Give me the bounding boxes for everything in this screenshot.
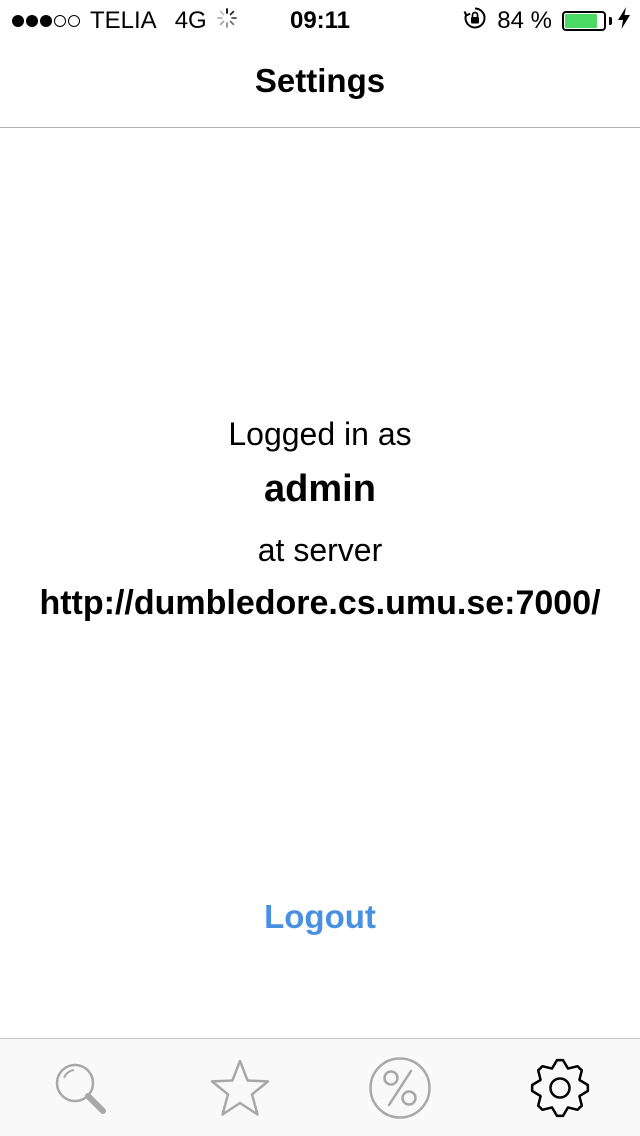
percent-icon — [368, 1056, 432, 1120]
tab-favorites[interactable] — [160, 1039, 320, 1136]
navigation-bar: Settings — [0, 40, 640, 128]
session-info: Logged in as admin at server http://dumb… — [0, 128, 640, 1038]
star-icon — [209, 1058, 271, 1118]
search-icon — [50, 1058, 110, 1118]
battery-level-fill — [565, 14, 597, 28]
at-server-label: at server — [257, 532, 383, 568]
page-title: Settings — [254, 62, 386, 99]
tab-search[interactable] — [0, 1039, 160, 1136]
logout-button[interactable]: Logout — [220, 894, 420, 940]
tab-bar — [0, 1038, 640, 1136]
battery-terminal — [609, 17, 612, 25]
status-bar: TELIA 4G 09:11 84 % — [0, 0, 640, 40]
battery-percentage: 84 % — [497, 7, 552, 34]
tab-discounts[interactable] — [320, 1039, 480, 1136]
status-right: 84 % — [463, 6, 630, 36]
logged-in-label: Logged in as — [228, 416, 412, 452]
settings-screen: TELIA 4G 09:11 84 % Settings Logged in a… — [0, 0, 640, 1136]
rotation-lock-icon — [463, 6, 487, 37]
battery-icon — [562, 11, 606, 31]
charging-bolt-icon — [618, 6, 630, 36]
tab-settings[interactable] — [480, 1039, 640, 1136]
gear-icon — [529, 1057, 591, 1119]
server-url: http://dumbledore.cs.umu.se:7000/ — [39, 584, 601, 622]
username: admin — [264, 468, 376, 510]
